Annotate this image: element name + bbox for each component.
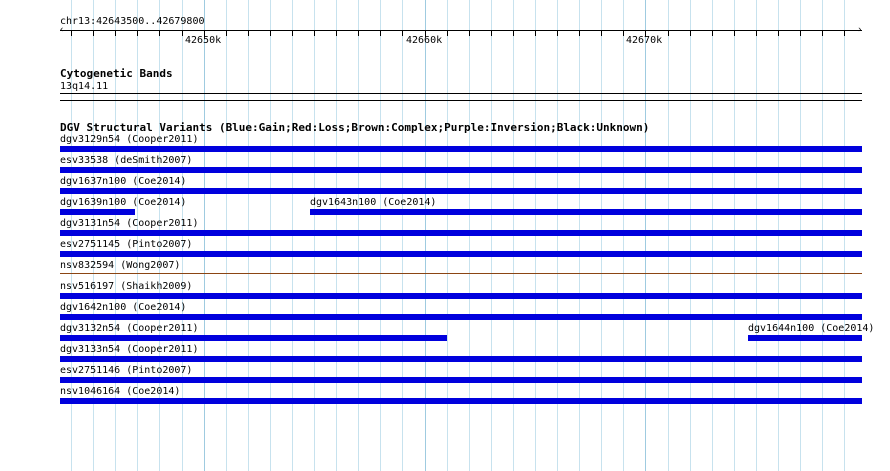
ruler-tick (270, 31, 271, 36)
cytoband-line-top (60, 93, 862, 94)
variant-label[interactable]: dgv1639n100 (Coe2014) (60, 197, 186, 208)
variant-bar[interactable] (60, 251, 862, 257)
ruler-tick (137, 31, 138, 36)
dgv-track-title: DGV Structural Variants (Blue:Gain;Red:L… (60, 121, 650, 134)
ruler-tick (248, 31, 249, 36)
ruler-tick (292, 31, 293, 36)
variant-bar[interactable] (60, 167, 862, 173)
location-label: chr13:42643500..42679800 (60, 16, 205, 27)
ruler-tick (469, 31, 470, 36)
variant-label[interactable]: dgv3131n54 (Cooper2011) (60, 218, 198, 229)
ruler-tick (535, 31, 536, 36)
ruler-tick (844, 31, 845, 36)
genome-browser-view: chr13:42643500..42679800 ‹ › 42650k 42660… (0, 0, 890, 471)
ruler-tick (712, 31, 713, 36)
cytoband-label: 13q14.11 (60, 81, 109, 92)
ruler-tick (800, 31, 801, 36)
ruler-line (60, 30, 862, 31)
ruler-left-arrow: ‹ (59, 25, 65, 35)
ruler-tick (623, 31, 624, 36)
variant-bar[interactable] (60, 356, 862, 362)
variant-bar[interactable] (60, 293, 862, 299)
variant-bar[interactable] (60, 273, 862, 274)
variant-label[interactable]: nsv1046164 (Coe2014) (60, 386, 180, 397)
ruler-tick (734, 31, 735, 36)
ruler-right-arrow: › (857, 25, 863, 35)
ruler-tick (513, 31, 514, 36)
ruler-tick (182, 31, 183, 36)
ruler-tick (93, 31, 94, 36)
ruler-tick (822, 31, 823, 36)
variant-bar[interactable] (748, 335, 862, 341)
ruler-tick (159, 31, 160, 36)
variant-bar[interactable] (60, 335, 447, 341)
variant-label[interactable]: esv33538 (deSmith2007) (60, 155, 192, 166)
variant-label[interactable]: dgv1643n100 (Coe2014) (310, 197, 436, 208)
variant-label[interactable]: nsv516197 (Shaikh2009) (60, 281, 192, 292)
ruler-tick (336, 31, 337, 36)
variant-label[interactable]: dgv1642n100 (Coe2014) (60, 302, 186, 313)
variant-label[interactable]: dgv1637n100 (Coe2014) (60, 176, 186, 187)
variant-label[interactable]: nsv832594 (Wong2007) (60, 260, 180, 271)
ruler-tick (601, 31, 602, 36)
ruler-tick (491, 31, 492, 36)
ruler-tick (358, 31, 359, 36)
variant-label[interactable]: dgv3133n54 (Cooper2011) (60, 344, 198, 355)
ruler-tick (690, 31, 691, 36)
variant-label[interactable]: dgv1644n100 (Coe2014) (748, 323, 874, 334)
variant-bar[interactable] (60, 146, 862, 152)
ruler-tick (71, 31, 72, 36)
variant-label[interactable]: dgv3129n54 (Cooper2011) (60, 134, 198, 145)
ruler-tick (447, 31, 448, 36)
ruler-tick (778, 31, 779, 36)
ruler-tick (756, 31, 757, 36)
variant-bar[interactable] (310, 209, 862, 215)
ruler-tick (314, 31, 315, 36)
ruler-tick (668, 31, 669, 36)
ruler-tick (579, 31, 580, 36)
cytoband-line-bottom (60, 100, 862, 101)
ruler-tick (402, 31, 403, 36)
variant-label[interactable]: esv2751146 (Pinto2007) (60, 365, 192, 376)
ruler-label: 42650k (185, 35, 222, 46)
variant-label[interactable]: dgv3132n54 (Cooper2011) (60, 323, 198, 334)
variant-bar[interactable] (60, 398, 862, 404)
variant-bar[interactable] (60, 209, 135, 215)
ruler-tick (226, 31, 227, 36)
variant-bar[interactable] (60, 314, 862, 320)
variant-bar[interactable] (60, 188, 862, 194)
ruler-label: 42670k (626, 35, 663, 46)
ruler-label: 42660k (406, 35, 443, 46)
ruler-tick (380, 31, 381, 36)
variant-label[interactable]: esv2751145 (Pinto2007) (60, 239, 192, 250)
ruler-tick (557, 31, 558, 36)
ruler-tick (115, 31, 116, 36)
cytoband-track-title: Cytogenetic Bands (60, 67, 173, 80)
variant-bar[interactable] (60, 377, 862, 383)
variant-bar[interactable] (60, 230, 862, 236)
